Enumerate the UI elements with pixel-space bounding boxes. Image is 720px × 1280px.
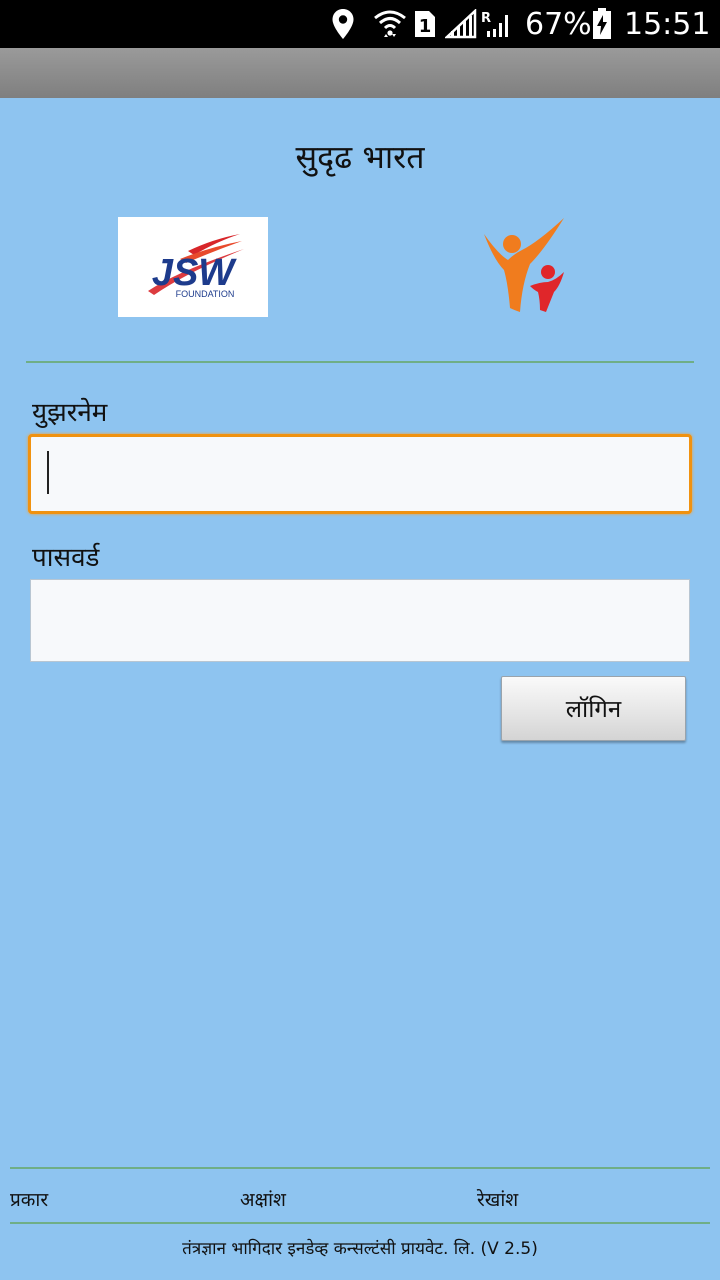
login-button[interactable]: लॉगिन (501, 676, 686, 741)
battery-percent: 67% (525, 6, 592, 42)
text-cursor (47, 451, 49, 494)
footer-credit: तंत्रज्ञान भागिदार इनडेव्ह कन्सल्टंसी प्… (182, 1239, 538, 1259)
jsw-logo-subtext: FOUNDATION (176, 289, 235, 299)
username-label: युझरनेम (32, 398, 108, 428)
signal-roaming-icon: R (480, 6, 514, 42)
battery-charging-icon (590, 6, 614, 42)
status-bar: 1 R 67% 15:51 (0, 0, 720, 48)
username-input[interactable] (28, 434, 692, 514)
footer-divider-bottom (10, 1222, 710, 1224)
password-label: पासवर्ड (32, 543, 100, 573)
signal-icon (444, 6, 478, 42)
status-time: 15:51 (624, 6, 711, 42)
wifi-icon (372, 6, 408, 42)
location-icon (328, 6, 358, 42)
longitude-label: रेखांश (477, 1189, 519, 1211)
footer-divider-top (10, 1167, 710, 1169)
roaming-indicator: R (481, 11, 491, 26)
action-bar (0, 48, 720, 98)
sim-slot-number: 1 (419, 16, 432, 37)
app-title: सुदृढ भारत (295, 138, 425, 176)
sim-1-icon: 1 (412, 6, 438, 42)
latitude-label: अक्षांश (240, 1189, 286, 1211)
jsw-logo-text: JSW (152, 252, 237, 294)
partner-logo (478, 214, 574, 314)
header-divider (26, 361, 694, 363)
type-label: प्रकार (10, 1189, 49, 1211)
password-input[interactable] (30, 579, 690, 662)
jsw-foundation-logo: JSW FOUNDATION (118, 217, 268, 317)
